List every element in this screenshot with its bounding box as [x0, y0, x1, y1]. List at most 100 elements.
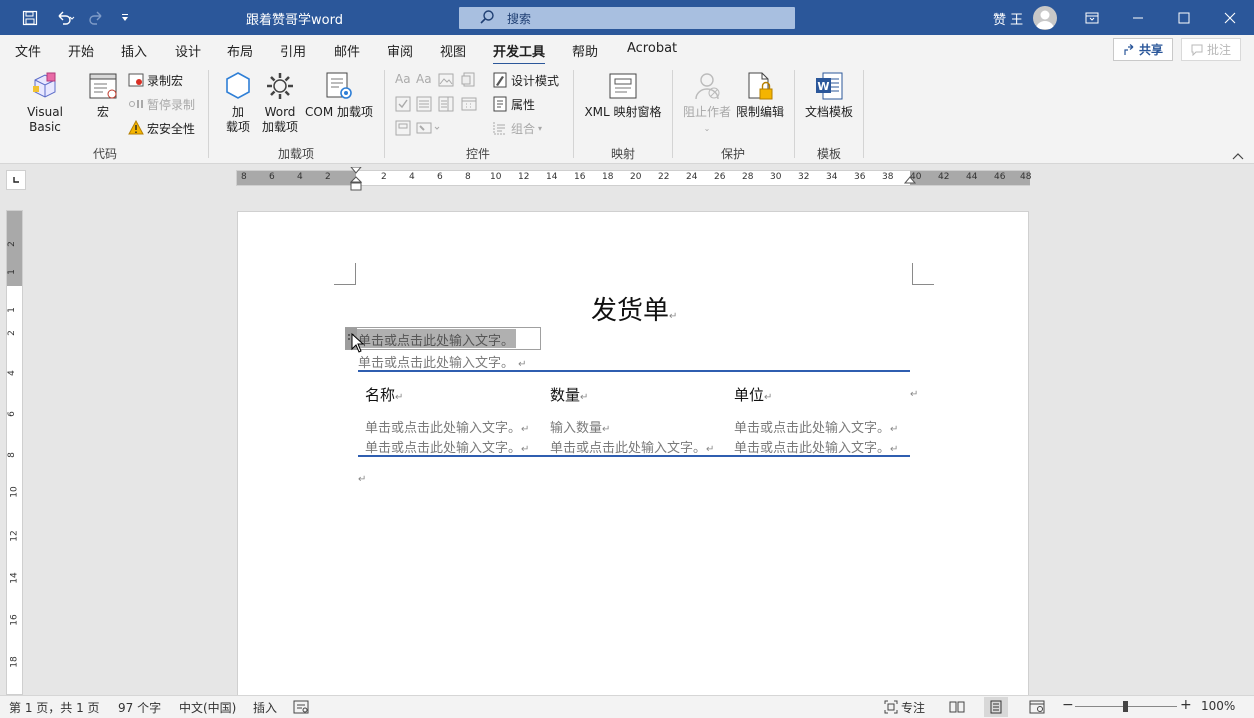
read-mode-icon[interactable]	[949, 700, 965, 714]
avatar[interactable]	[1033, 6, 1057, 30]
language[interactable]: 中文(中国)	[179, 699, 236, 716]
com-addins-icon	[326, 72, 352, 99]
tab-insert[interactable]: 插入	[121, 41, 147, 60]
block-authors-button[interactable]: 阻止作者 ⌄	[681, 70, 733, 136]
checkbox-control-icon[interactable]	[395, 96, 411, 112]
tab-selector[interactable]	[6, 170, 26, 190]
visual-basic-button[interactable]: Visual Basic	[10, 70, 80, 135]
ruler-number: 14	[546, 172, 558, 182]
document-title[interactable]: 发货单↵	[591, 290, 677, 327]
group-button[interactable]: 组合 ▾	[492, 119, 542, 137]
picture-control-icon[interactable]	[438, 72, 454, 88]
pause-recording-button[interactable]: 暂停录制	[128, 95, 195, 113]
macros-button[interactable]: 宏	[86, 70, 120, 120]
window-title: 跟着赞哥学word	[246, 13, 343, 28]
search-box[interactable]: 搜索	[459, 7, 795, 29]
customize-toolbar-icon[interactable]	[110, 0, 140, 35]
properties-label: 属性	[511, 97, 536, 112]
margin-corner-top-left	[334, 263, 356, 285]
design-mode-button[interactable]: 设计模式	[492, 71, 559, 89]
insert-mode[interactable]: 插入	[253, 699, 277, 716]
minimize-icon[interactable]	[1115, 0, 1161, 35]
zoom-slider-thumb[interactable]	[1123, 701, 1128, 712]
ruler-number: 14	[9, 572, 20, 584]
print-layout-button[interactable]	[984, 697, 1008, 717]
word-addins-button[interactable]: Word 加载项	[258, 70, 302, 135]
ruler-number: 18	[602, 172, 614, 182]
building-block-control-icon[interactable]	[461, 72, 477, 88]
tab-file[interactable]: 文件	[15, 41, 41, 60]
tab-view[interactable]: 视图	[440, 41, 466, 60]
xml-mapping-pane-button[interactable]: XML 映射窗格	[580, 70, 666, 120]
tab-references[interactable]: 引用	[280, 41, 306, 60]
divider-line	[358, 370, 910, 372]
table-cell-name[interactable]: 单击或点击此处输入文字。↵	[365, 437, 529, 456]
page-count[interactable]: 第 1 页，共 1 页	[9, 699, 100, 716]
tab-review[interactable]: 审阅	[387, 41, 413, 60]
document-page[interactable]: 发货单↵ 单击或点击此处输入文字。 单击或点击此处输入文字。 ↵ 名称↵ 数量↵…	[237, 211, 1029, 695]
macro-recording-icon[interactable]	[293, 700, 309, 714]
record-macro-button[interactable]: 录制宏	[128, 71, 183, 89]
ruler-number: 2	[6, 330, 17, 336]
maximize-icon[interactable]	[1161, 0, 1207, 35]
word-count[interactable]: 97 个字	[118, 699, 161, 716]
tab-acrobat[interactable]: Acrobat	[627, 41, 677, 56]
macro-security-label: 宏安全性	[147, 121, 196, 136]
user-name[interactable]: 赞 王	[993, 9, 1023, 28]
redo-icon[interactable]	[82, 0, 112, 35]
ribbon-display-icon[interactable]	[1069, 0, 1115, 35]
properties-button[interactable]: 属性	[492, 95, 535, 113]
addins-button[interactable]: 加 载项	[220, 70, 256, 135]
share-button[interactable]: 共享	[1113, 38, 1173, 61]
horizontal-ruler[interactable]: 8 6 4 2 2 4 6 8 10 12 14 16 18 20 22 24 …	[236, 167, 1031, 191]
table-cell-name[interactable]: 单击或点击此处输入文字。↵	[365, 417, 529, 436]
title-bar: 跟着赞哥学word 搜索 赞 王	[0, 0, 1254, 35]
rich-text-control-icon[interactable]: Aa	[395, 72, 411, 86]
search-icon	[480, 10, 494, 24]
focus-icon[interactable]	[884, 700, 898, 714]
dropdown-list-control-icon[interactable]	[438, 96, 454, 112]
lock-icon	[748, 72, 773, 100]
macro-security-button[interactable]: 宏安全性	[128, 119, 195, 137]
left-tab-icon	[13, 177, 19, 183]
restrict-editing-button[interactable]: 限制编辑	[735, 70, 785, 120]
addins-icon	[226, 72, 250, 99]
undo-icon[interactable]	[48, 0, 82, 35]
record-macro-label: 录制宏	[147, 73, 184, 88]
table-cell-qty[interactable]: 输入数量↵	[550, 417, 610, 436]
zoom-in-button[interactable]: +	[1180, 697, 1192, 713]
divider-line	[358, 455, 910, 457]
tab-design[interactable]: 设计	[175, 41, 201, 60]
collapse-ribbon-icon[interactable]	[1232, 150, 1244, 163]
vertical-ruler[interactable]: 2 1 1 2 4 6 8 10 12 14 16 18	[6, 210, 23, 695]
repeating-section-control-icon[interactable]	[395, 120, 411, 136]
table-cell-unit[interactable]: 单击或点击此处输入文字。↵	[734, 417, 898, 436]
tab-mailings[interactable]: 邮件	[334, 41, 360, 60]
comments-button[interactable]: 批注	[1181, 38, 1241, 61]
save-icon[interactable]	[15, 0, 45, 35]
block-authors-label: 阻止作者	[682, 105, 731, 119]
content-control-selected[interactable]: 单击或点击此处输入文字。	[345, 327, 541, 350]
first-line-indent-marker[interactable]	[350, 167, 362, 191]
right-indent-marker[interactable]	[904, 176, 916, 186]
legacy-tools-icon[interactable]	[416, 120, 442, 136]
plain-text-control-icon[interactable]: Aa	[416, 72, 432, 86]
com-addins-button[interactable]: COM 加载项	[302, 70, 376, 120]
zoom-out-button[interactable]: −	[1062, 697, 1074, 713]
combo-box-control-icon[interactable]	[416, 96, 432, 112]
tab-help[interactable]: 帮助	[572, 41, 598, 60]
zoom-level[interactable]: 100%	[1201, 699, 1235, 713]
focus-label[interactable]: 专注	[901, 699, 925, 716]
ruler-number: 46	[994, 172, 1006, 182]
date-picker-control-icon[interactable]	[461, 96, 477, 112]
web-layout-icon[interactable]	[1029, 700, 1045, 714]
tab-home[interactable]: 开始	[68, 41, 94, 60]
ruler-number: 20	[630, 172, 642, 182]
table-cell-qty[interactable]: 单击或点击此处输入文字。↵	[550, 437, 714, 456]
content-control[interactable]: 单击或点击此处输入文字。 ↵	[358, 352, 527, 371]
table-cell-unit[interactable]: 单击或点击此处输入文字。↵	[734, 437, 898, 456]
document-template-button[interactable]: W 文档模板	[802, 70, 856, 120]
tab-developer[interactable]: 开发工具	[493, 41, 546, 66]
close-icon[interactable]	[1207, 0, 1253, 35]
tab-layout[interactable]: 布局	[227, 41, 253, 60]
